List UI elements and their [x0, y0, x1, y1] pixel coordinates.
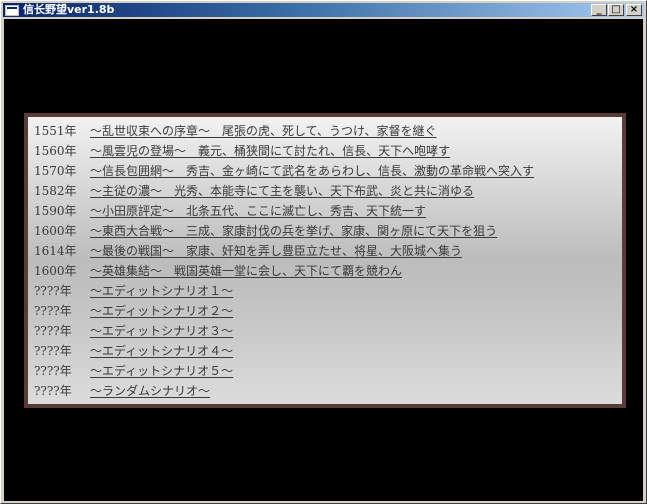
scenario-item[interactable]: 1600年 ～英雄集結～ 戦国英雄一堂に会し、天下にて覇を競わん: [34, 261, 534, 281]
scenario-title: ～小田原評定～ 北条五代、ここに滅亡し、秀吉、天下統一す: [90, 204, 427, 218]
scenario-link[interactable]: ????年 ～エディットシナリオ４～: [34, 344, 233, 358]
scenario-item[interactable]: 1582年 ～主従の濃～ 光秀、本能寺にて主を襲い、天下布武、炎と共に消ゆる: [34, 181, 534, 201]
scenario-year: 1590年: [34, 204, 77, 218]
scenario-title: ～エディットシナリオ１～: [90, 284, 234, 298]
window-controls: _ □ ×: [590, 4, 642, 16]
scenario-year: ????年: [34, 304, 72, 318]
scenario-title: ～東西大合戦～ 三成、家康討伐の兵を挙げ、家康、関ヶ原にて天下を狙う: [90, 224, 498, 238]
scenario-title: ～最後の戦国～ 家康、奸知を弄し豊臣立たせ、将星、大阪城へ集う: [90, 244, 463, 258]
scenario-year: ????年: [34, 284, 72, 298]
scenario-year: ????年: [34, 324, 72, 338]
scenario-title: ～エディットシナリオ５～: [90, 364, 234, 378]
maximize-button[interactable]: □: [608, 4, 624, 16]
scenario-title: ～英雄集結～ 戦国英雄一堂に会し、天下にて覇を競わん: [90, 264, 403, 278]
scenario-year: ????年: [34, 344, 72, 358]
scenario-title: ～風雲児の登場～ 義元、桶狭間にて討たれ、信長、天下へ咆哮す: [90, 144, 451, 158]
scenario-link[interactable]: ????年 ～エディットシナリオ１～: [34, 284, 233, 298]
app-window: 信长野望ver1.8b _ □ × 1551年 ～乱世収束への序章～ 尾張の虎、死…: [0, 0, 647, 504]
scenario-item[interactable]: ????年 ～エディットシナリオ３～: [34, 321, 534, 341]
scenario-link[interactable]: ????年 ～エディットシナリオ３～: [34, 324, 233, 338]
scenario-link[interactable]: 1614年 ～最後の戦国～ 家康、奸知を弄し豊臣立たせ、将星、大阪城へ集う: [34, 244, 462, 258]
scenario-title: ～エディットシナリオ４～: [90, 344, 234, 358]
scenario-item[interactable]: 1614年 ～最後の戦国～ 家康、奸知を弄し豊臣立たせ、将星、大阪城へ集う: [34, 241, 534, 261]
scenario-item[interactable]: ????年 ～エディットシナリオ２～: [34, 301, 534, 321]
app-window-icon[interactable]: [5, 4, 19, 16]
scenario-year: 1600年: [34, 224, 77, 238]
scenario-item[interactable]: ????年 ～エディットシナリオ１～: [34, 281, 534, 301]
scenario-list: 1551年 ～乱世収束への序章～ 尾張の虎、死して、うつけ、家督を継ぐ 1560年…: [34, 121, 534, 401]
scenario-year: 1600年: [34, 264, 77, 278]
scenario-link[interactable]: 1560年 ～風雲児の登場～ 義元、桶狭間にて討たれ、信長、天下へ咆哮す: [34, 144, 450, 158]
scenario-title: ～エディットシナリオ２～: [90, 304, 234, 318]
scenario-item[interactable]: ????年 ～ランダムシナリオ～: [34, 381, 534, 401]
scenario-title: ～ランダムシナリオ～: [90, 384, 211, 398]
scenario-title: ～信長包囲網～ 秀吉、金ヶ崎にて武名をあらわし、信長、激動の革命戦へ突入す: [90, 164, 535, 178]
scenario-year: 1570年: [34, 164, 77, 178]
scenario-year: ????年: [34, 384, 72, 398]
scenario-link[interactable]: ????年 ～エディットシナリオ５～: [34, 364, 233, 378]
scenario-item[interactable]: ????年 ～エディットシナリオ４～: [34, 341, 534, 361]
scenario-link[interactable]: 1600年 ～英雄集結～ 戦国英雄一堂に会し、天下にて覇を競わん: [34, 264, 402, 278]
scenario-year: 1551年: [34, 124, 77, 138]
close-button[interactable]: ×: [626, 4, 642, 16]
game-screen: 1551年 ～乱世収束への序章～ 尾張の虎、死して、うつけ、家督を継ぐ 1560年…: [4, 19, 643, 501]
scenario-link[interactable]: 1600年 ～東西大合戦～ 三成、家康討伐の兵を挙げ、家康、関ヶ原にて天下を狙う: [34, 224, 497, 238]
window-title: 信长野望ver1.8b: [23, 3, 115, 16]
scenario-title: ～主従の濃～ 光秀、本能寺にて主を襲い、天下布武、炎と共に消ゆる: [90, 184, 475, 198]
scenario-item[interactable]: 1560年 ～風雲児の登場～ 義元、桶狭間にて討たれ、信長、天下へ咆哮す: [34, 141, 534, 161]
scenario-year: ????年: [34, 364, 72, 378]
scenario-link[interactable]: 1551年 ～乱世収束への序章～ 尾張の虎、死して、うつけ、家督を継ぐ: [34, 124, 436, 138]
scenario-year: 1582年: [34, 184, 77, 198]
title-bar[interactable]: 信长野望ver1.8b _ □ ×: [3, 3, 644, 17]
scenario-link[interactable]: ????年 ～ランダムシナリオ～: [34, 384, 210, 398]
scenario-title: ～エディットシナリオ３～: [90, 324, 234, 338]
scenario-title: ～乱世収束への序章～ 尾張の虎、死して、うつけ、家督を継ぐ: [90, 124, 437, 138]
scenario-panel: 1551年 ～乱世収束への序章～ 尾張の虎、死して、うつけ、家督を継ぐ 1560年…: [28, 117, 622, 404]
scenario-item[interactable]: 1590年 ～小田原評定～ 北条五代、ここに滅亡し、秀吉、天下統一す: [34, 201, 534, 221]
scenario-link[interactable]: ????年 ～エディットシナリオ２～: [34, 304, 233, 318]
scenario-year: 1614年: [34, 244, 77, 258]
scenario-item[interactable]: 1570年 ～信長包囲網～ 秀吉、金ヶ崎にて武名をあらわし、信長、激動の革命戦へ突…: [34, 161, 534, 181]
scenario-panel-frame: 1551年 ～乱世収束への序章～ 尾張の虎、死して、うつけ、家督を継ぐ 1560年…: [24, 113, 626, 408]
scenario-link[interactable]: 1590年 ～小田原評定～ 北条五代、ここに滅亡し、秀吉、天下統一す: [34, 204, 426, 218]
scenario-item[interactable]: 1551年 ～乱世収束への序章～ 尾張の虎、死して、うつけ、家督を継ぐ: [34, 121, 534, 141]
scenario-item[interactable]: 1600年 ～東西大合戦～ 三成、家康討伐の兵を挙げ、家康、関ヶ原にて天下を狙う: [34, 221, 534, 241]
scenario-item[interactable]: ????年 ～エディットシナリオ５～: [34, 361, 534, 381]
scenario-link[interactable]: 1570年 ～信長包囲網～ 秀吉、金ヶ崎にて武名をあらわし、信長、激動の革命戦へ突…: [34, 164, 534, 178]
scenario-year: 1560年: [34, 144, 77, 158]
minimize-button[interactable]: _: [591, 4, 607, 16]
scenario-link[interactable]: 1582年 ～主従の濃～ 光秀、本能寺にて主を襲い、天下布武、炎と共に消ゆる: [34, 184, 474, 198]
